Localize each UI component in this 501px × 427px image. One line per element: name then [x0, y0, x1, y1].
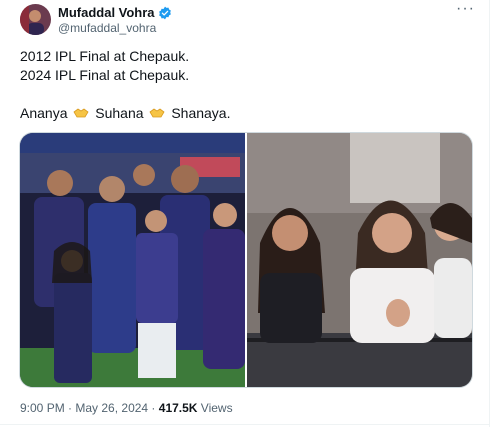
tweet-line-1: 2012 IPL Final at Chepauk.	[20, 48, 190, 64]
views-label: Views	[197, 401, 233, 415]
tweet-card: Mufaddal Vohra @mufaddal_vohra ··· 2012 …	[0, 0, 490, 427]
name-suhana: Suhana	[95, 105, 144, 121]
name-ananya: Ananya	[20, 105, 68, 121]
handle[interactable]: @mufaddal_vohra	[58, 21, 156, 35]
tweet-media[interactable]	[19, 132, 473, 388]
name-shanaya: Shanaya.	[171, 105, 231, 121]
author-row: Mufaddal Vohra	[58, 5, 172, 20]
handshake-icon	[149, 105, 165, 118]
verified-badge-icon	[158, 6, 172, 20]
photo-2012[interactable]	[20, 133, 245, 387]
meta-separator: ·	[148, 401, 159, 415]
handshake-icon	[73, 105, 89, 118]
meta-separator: ·	[64, 401, 76, 415]
tweet-date[interactable]: May 26, 2024	[75, 401, 148, 415]
divider	[0, 424, 489, 425]
more-options-button[interactable]: ···	[456, 0, 475, 18]
tweet-time[interactable]: 9:00 PM	[20, 401, 65, 415]
avatar[interactable]	[20, 4, 51, 35]
tweet-meta: 9:00 PM · May 26, 2024 · 417.5K Views	[20, 401, 233, 415]
photo-2024[interactable]	[247, 133, 472, 387]
views-count[interactable]: 417.5K	[159, 401, 198, 415]
display-name[interactable]: Mufaddal Vohra	[58, 5, 155, 20]
tweet-names-line: Ananya Suhana Shanaya.	[20, 104, 231, 122]
tweet-line-2: 2024 IPL Final at Chepauk.	[20, 67, 190, 83]
